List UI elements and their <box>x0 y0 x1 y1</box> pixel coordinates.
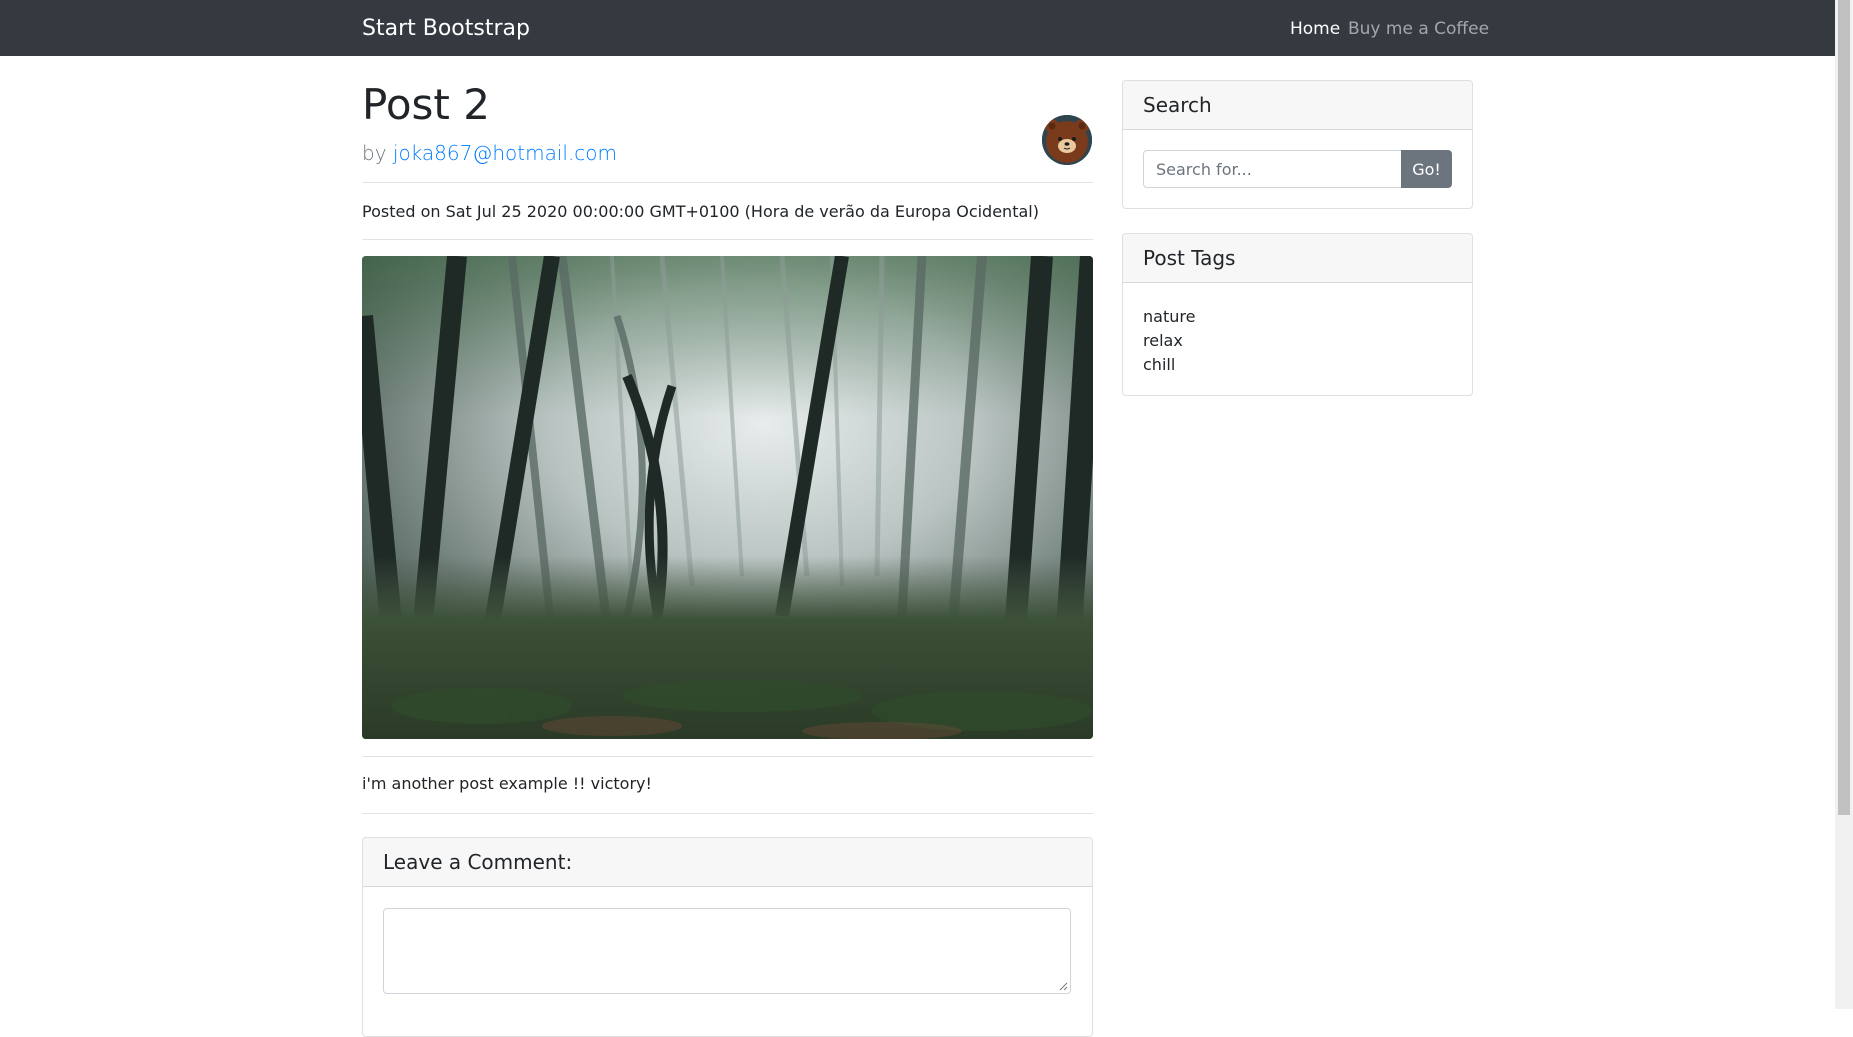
tags-card: Post Tags nature relax chill <box>1122 233 1473 396</box>
post-title: Post 2 <box>362 80 490 129</box>
search-card-header: Search <box>1123 81 1472 130</box>
nav-home-link[interactable]: Home <box>1290 18 1340 40</box>
author-link[interactable]: joka867@hotmail.com <box>393 141 617 165</box>
post-byline: by joka867@hotmail.com <box>362 140 617 166</box>
search-go-button[interactable]: Go! <box>1401 150 1452 188</box>
byline-prefix: by <box>362 141 387 165</box>
nav-coffee-link[interactable]: Buy me a Coffee <box>1348 18 1489 40</box>
bear-avatar-icon <box>1042 115 1092 165</box>
search-input[interactable] <box>1143 150 1401 188</box>
tag-item: nature <box>1143 307 1196 326</box>
resize-grip-icon[interactable] <box>1059 982 1068 991</box>
comment-textarea[interactable] <box>383 908 1071 994</box>
search-group: Go! <box>1143 150 1452 188</box>
post-image <box>362 256 1093 739</box>
divider <box>362 756 1093 757</box>
divider <box>362 182 1093 183</box>
scrollbar-thumb[interactable] <box>1838 0 1850 815</box>
tag-item: chill <box>1143 355 1176 374</box>
post-date: Posted on Sat Jul 25 2020 00:00:00 GMT+0… <box>362 202 1039 221</box>
tag-item: relax <box>1143 331 1183 350</box>
divider <box>362 813 1093 814</box>
brand-link[interactable]: Start Bootstrap <box>362 16 530 42</box>
search-card: Search Go! <box>1122 80 1473 209</box>
comment-card-header: Leave a Comment: <box>363 838 1092 887</box>
post-body: i'm another post example !! victory! <box>362 774 652 793</box>
page-scrollbar[interactable] <box>1835 0 1853 1009</box>
tag-list: nature relax chill <box>1143 305 1195 377</box>
divider <box>362 239 1093 240</box>
tags-card-header: Post Tags <box>1123 234 1472 283</box>
navbar: Start Bootstrap Home Buy me a Coffee <box>0 0 1835 56</box>
comment-card: Leave a Comment: <box>362 837 1093 1037</box>
